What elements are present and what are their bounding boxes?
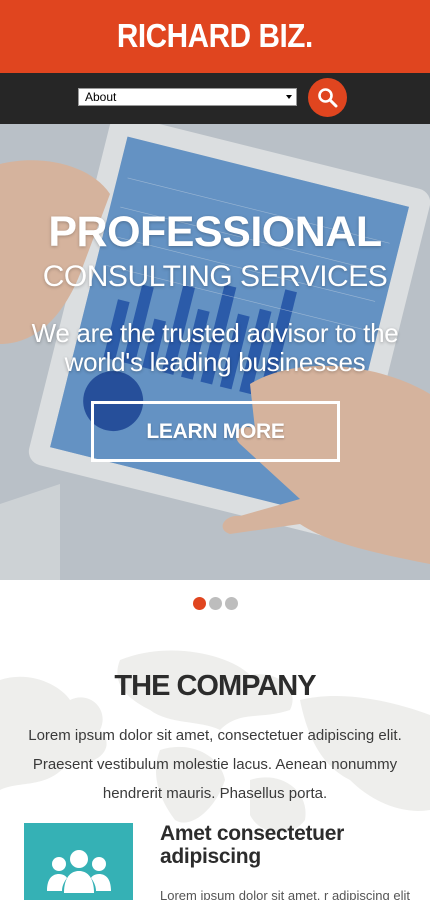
dropdown-arrow-icon [286,95,292,99]
site-header: RICHARD BIZ. [0,0,430,73]
nav-select-value: About [85,90,117,104]
slider-dot-1[interactable] [192,597,206,610]
hero-tagline: We are the trusted advisor to the world'… [31,318,399,377]
slider-dot-2[interactable] [208,597,222,610]
slider-dot-3[interactable] [224,597,238,610]
hero-title: PROFESSIONAL [48,208,382,256]
search-button[interactable] [308,78,347,117]
company-section: THE COMPANY Lorem ipsum dolor sit amet, … [0,640,430,900]
hero-subtitle: CONSULTING SERVICES [42,260,388,293]
company-heading: THE COMPANY [114,670,316,702]
slider-pagination [0,597,430,610]
search-icon [318,88,338,108]
users-icon [47,850,111,893]
nav-menu-select[interactable]: About [78,88,297,106]
company-description: Lorem ipsum dolor sit amet, consectetuer… [28,727,402,802]
feature-icon-box [24,823,133,900]
feature-text: Lorem ipsum dolor sit amet, r adipiscing… [160,888,410,900]
feature-title: Amet consectetuer adipiscing [160,822,344,868]
learn-more-button[interactable]: LEARN MORE [91,401,340,462]
hero-slider: PROFESSIONAL CONSULTING SERVICES We are … [0,124,430,580]
site-logo[interactable]: RICHARD BIZ. [117,17,313,55]
